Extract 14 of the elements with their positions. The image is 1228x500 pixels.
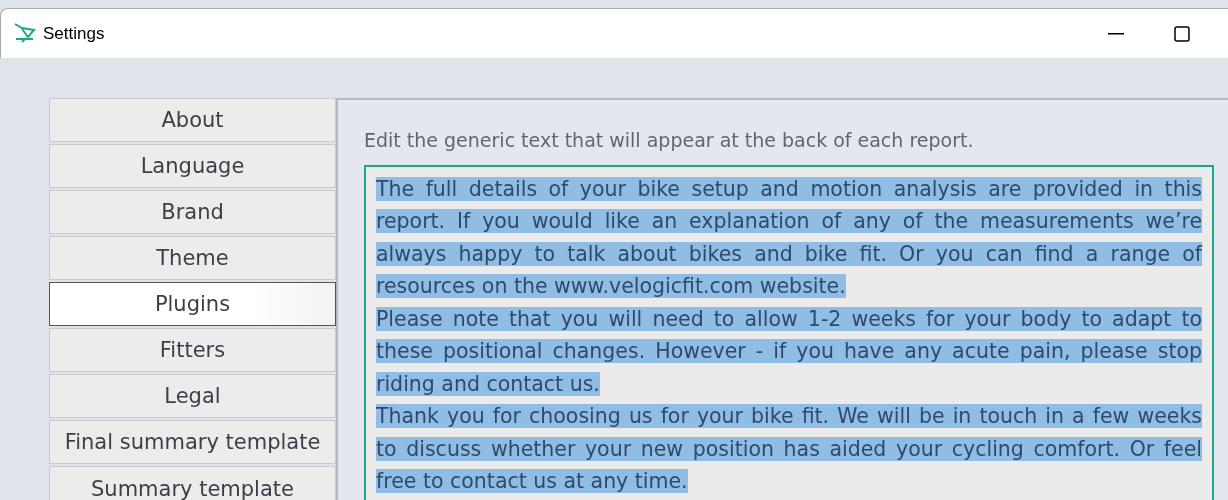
- window-title: Settings: [43, 22, 105, 45]
- minimize-icon: [1108, 32, 1124, 35]
- sidebar-item[interactable]: Fitters: [49, 328, 336, 372]
- sidebar-item[interactable]: Plugins: [49, 282, 336, 326]
- sidebar-item[interactable]: About: [49, 98, 336, 142]
- text-editor[interactable]: The full details of your bike setup and motion analysis are provided in this report. If you would like an explanation of any of the measurements we’re always happy to talk about bikes and bike fit. Or you can find a range of resources on the www.velogicfit.com website. Please note that you will need to allow 1-2 weeks for your body to adapt to these positional changes. However - if you have any acute pain, please stop riding and contact us. Thank you for choosing us for your bike fit. We will be in touch in a few weeks to discuss whether your new position has aided your cycling comfort. Or feel free to contact us at any time.: [364, 164, 1214, 500]
- instruction-text: Edit the generic text that will appear at the back of each report.: [364, 128, 975, 153]
- sidebar-item[interactable]: Language: [49, 144, 336, 188]
- maximize-icon: [1174, 25, 1190, 42]
- sidebar-item[interactable]: Legal: [49, 374, 336, 418]
- sidebar-item[interactable]: Final summary template: [49, 420, 336, 464]
- sidebar-item[interactable]: Brand: [49, 190, 336, 234]
- sidebar-item[interactable]: Summary template: [49, 466, 336, 500]
- sidebar-item[interactable]: Theme: [49, 236, 336, 280]
